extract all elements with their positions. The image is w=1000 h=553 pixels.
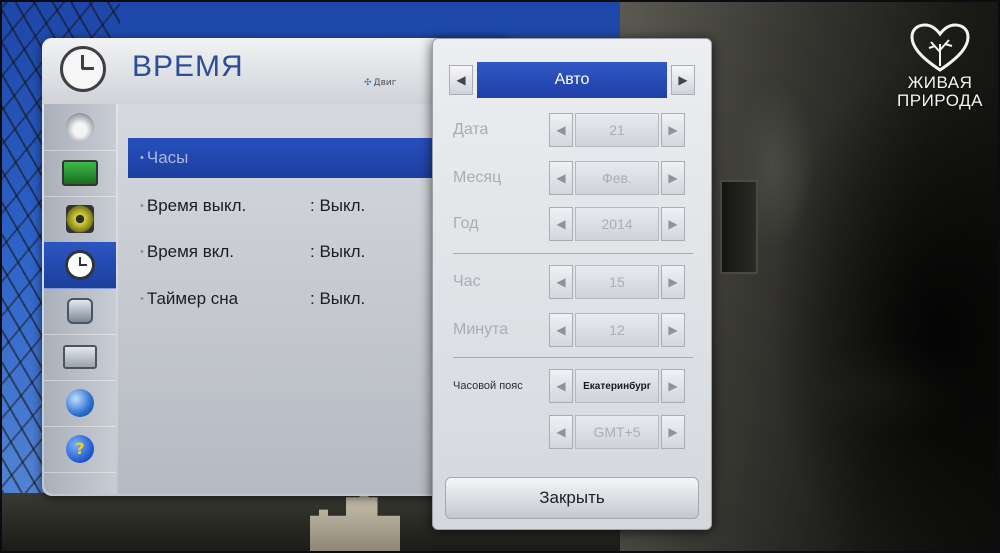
increment-arrow-icon[interactable]: ▶ (661, 207, 685, 241)
hour-value[interactable]: 15 (575, 265, 659, 299)
decrement-arrow-icon[interactable]: ◀ (549, 313, 573, 347)
satellite-icon (66, 113, 94, 141)
sidebar-item-time[interactable] (44, 242, 116, 289)
logo-line-2: ПРИРОДА (897, 91, 983, 110)
clock-settings-popup: ◀ Авто ▶ Дата ◀ 21 ▶ Месяц ◀ Фев. ▶ Год … (432, 38, 712, 530)
sidebar-item-network[interactable] (44, 380, 116, 427)
help-icon: ? (66, 435, 94, 463)
clock-icon (65, 250, 95, 280)
page-title: ВРЕМЯ (132, 50, 244, 83)
decrement-arrow-icon[interactable]: ◀ (549, 369, 573, 403)
decrement-arrow-icon[interactable]: ◀ (549, 415, 573, 449)
speaker-icon (66, 205, 94, 233)
divider (453, 253, 693, 254)
field-label: Час (453, 273, 481, 290)
navigation-hint: ✣ Двиг (364, 78, 396, 88)
gmt-offset-spinner: ◀ GMT+5 ▶ (549, 415, 685, 449)
decrement-arrow-icon[interactable]: ◀ (549, 113, 573, 147)
field-label: Часовой пояс (453, 380, 523, 392)
minute-value[interactable]: 12 (575, 313, 659, 347)
increment-arrow-icon[interactable]: ▶ (661, 415, 685, 449)
timezone-field: Часовой пояс ◀ Екатеринбург ▶ (453, 365, 697, 407)
heart-tree-icon (910, 23, 970, 72)
sidebar-item-options[interactable] (44, 334, 116, 381)
field-label: Месяц (453, 169, 502, 186)
year-value[interactable]: 2014 (575, 207, 659, 241)
date-value[interactable]: 21 (575, 113, 659, 147)
sidebar-item-lock[interactable] (44, 288, 116, 335)
dpad-icon: ✣ (364, 78, 372, 88)
lock-icon (67, 298, 93, 324)
field-label: Дата (453, 121, 489, 138)
timezone-spinner: ◀ Екатеринбург ▶ (549, 369, 685, 403)
increment-arrow-icon[interactable]: ▶ (661, 313, 685, 347)
briefcase-icon (63, 345, 97, 369)
close-button[interactable]: Закрыть (445, 477, 699, 519)
decrement-arrow-icon[interactable]: ◀ (549, 161, 573, 195)
hour-field: Час ◀ 15 ▶ (453, 261, 697, 303)
month-field: Месяц ◀ Фев. ▶ (453, 157, 697, 199)
minute-field: Минута ◀ 12 ▶ (453, 309, 697, 351)
field-label: Минута (453, 321, 509, 338)
clock-mode-selector: ◀ Авто ▶ (449, 61, 695, 99)
mode-next-arrow-icon[interactable]: ▶ (671, 65, 695, 95)
clock-mode-value[interactable]: Авто (477, 62, 667, 98)
menu-item-value: : Выкл. (310, 289, 366, 308)
increment-arrow-icon[interactable]: ▶ (661, 113, 685, 147)
menu-item-label: Время вкл. (128, 242, 310, 262)
sidebar-item-picture[interactable] (44, 150, 116, 197)
menu-item-label: Время выкл. (128, 196, 310, 216)
increment-arrow-icon[interactable]: ▶ (661, 265, 685, 299)
divider (453, 357, 693, 358)
channel-logo: ЖИВАЯ ПРИРОДА (895, 22, 985, 110)
year-field: Год ◀ 2014 ▶ (453, 203, 697, 245)
decrement-arrow-icon[interactable]: ◀ (549, 207, 573, 241)
gmt-offset-value[interactable]: GMT+5 (575, 415, 659, 449)
sidebar-item-sound[interactable] (44, 196, 116, 243)
decrement-arrow-icon[interactable]: ◀ (549, 265, 573, 299)
menu-item-value: : Выкл. (310, 242, 366, 261)
sidebar-item-support[interactable]: ? (44, 426, 116, 473)
logo-line-1: ЖИВАЯ (907, 73, 973, 92)
mode-prev-arrow-icon[interactable]: ◀ (449, 65, 473, 95)
menu-item-value: : Выкл. (310, 196, 366, 215)
date-field: Дата ◀ 21 ▶ (453, 109, 697, 151)
tv-picture-icon (62, 160, 98, 186)
minute-spinner: ◀ 12 ▶ (549, 313, 685, 347)
gmt-offset-field: ◀ GMT+5 ▶ (453, 411, 697, 453)
increment-arrow-icon[interactable]: ▶ (661, 369, 685, 403)
month-value[interactable]: Фев. (575, 161, 659, 195)
year-spinner: ◀ 2014 ▶ (549, 207, 685, 241)
increment-arrow-icon[interactable]: ▶ (661, 161, 685, 195)
field-label: Год (453, 215, 479, 232)
hour-spinner: ◀ 15 ▶ (549, 265, 685, 299)
sidebar-item-channels[interactable] (44, 104, 116, 151)
menu-item-label: Часы (128, 148, 310, 168)
date-spinner: ◀ 21 ▶ (549, 113, 685, 147)
globe-network-icon (66, 389, 94, 417)
clock-icon (60, 46, 106, 92)
timezone-value[interactable]: Екатеринбург (575, 369, 659, 403)
menu-item-label: Таймер сна (128, 289, 310, 309)
settings-sidebar: ? (44, 104, 116, 494)
month-spinner: ◀ Фев. ▶ (549, 161, 685, 195)
navigation-hint-label: Двиг (373, 78, 397, 88)
